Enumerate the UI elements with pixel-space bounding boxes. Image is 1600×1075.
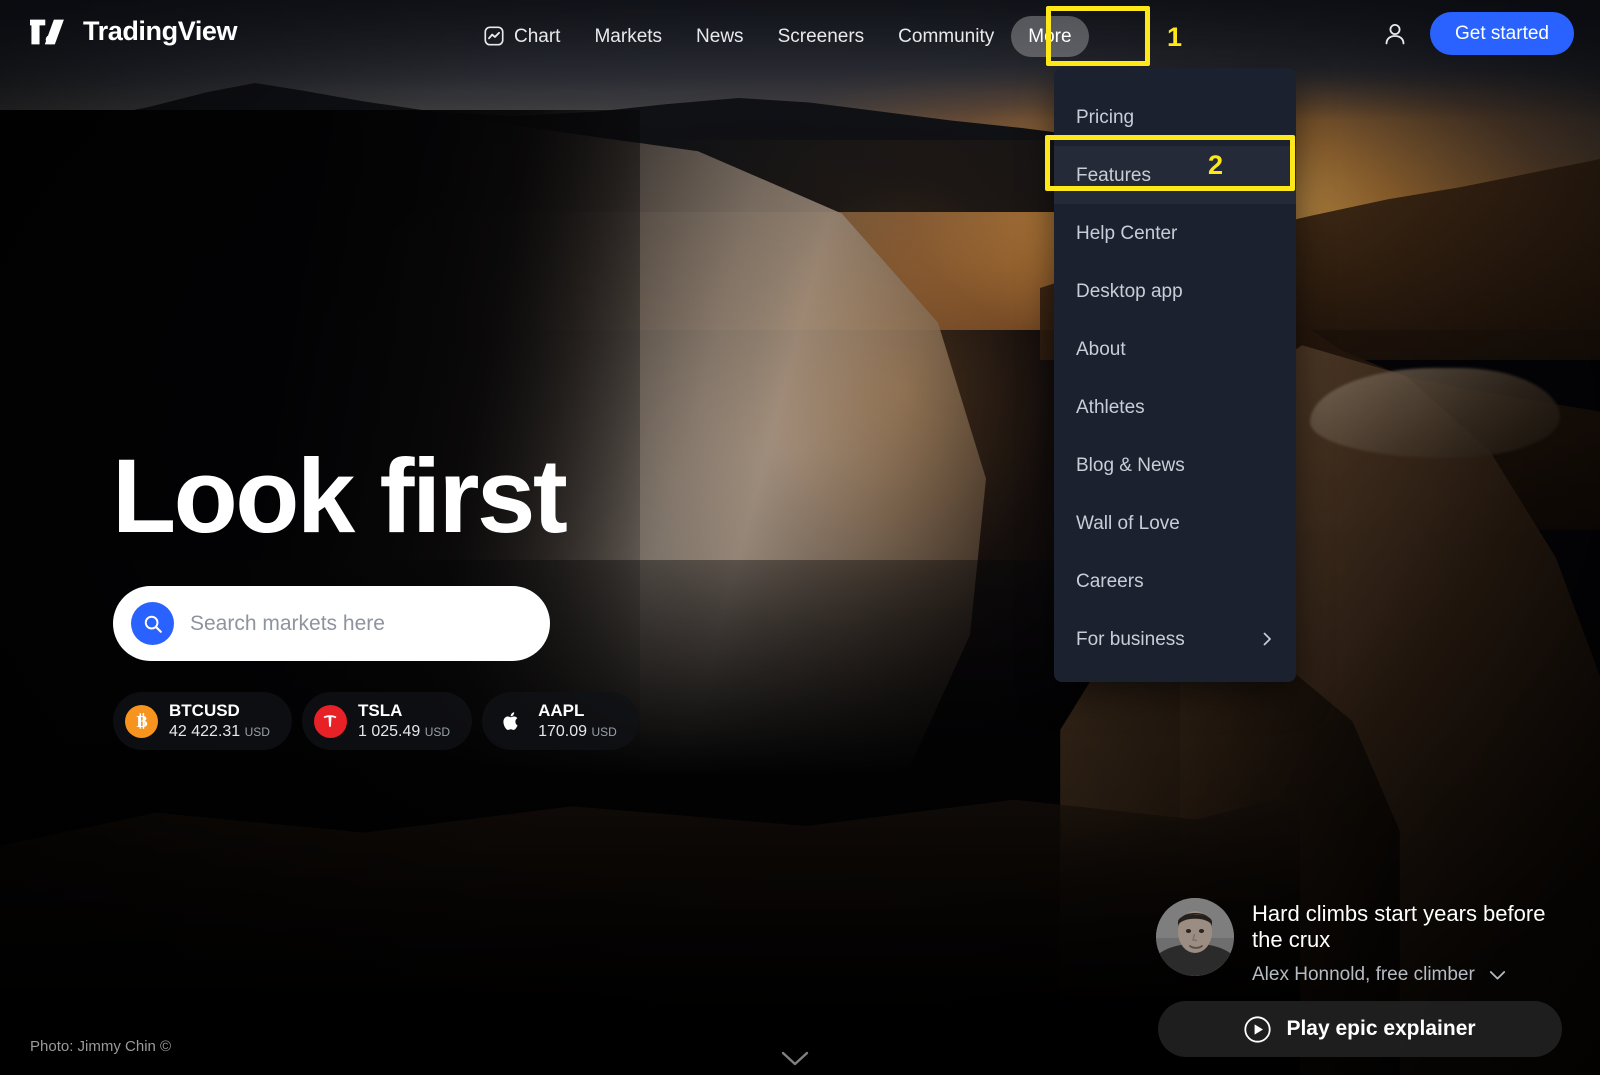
ticker-price: 1 025.49 USD <box>357 722 451 740</box>
ticker-price: 170.09 USD <box>538 722 617 740</box>
nav-label-community: Community <box>898 25 995 47</box>
ticker-chip-list: B BTCUSD 42 422.31 USD TSLA 1 025.49 USD <box>113 692 639 750</box>
menu-item-desktop-app[interactable]: Desktop app <box>1054 262 1296 320</box>
nav-label-news: News <box>696 25 744 47</box>
nav-item-community[interactable]: Community <box>881 16 1011 57</box>
get-started-button[interactable]: Get started <box>1430 12 1574 55</box>
search-button[interactable] <box>131 602 174 645</box>
apple-icon <box>494 705 527 738</box>
tradingview-logo-icon <box>30 19 64 44</box>
menu-label-for-business: For business <box>1076 628 1185 650</box>
nav-item-screeners[interactable]: Screeners <box>761 16 882 57</box>
menu-item-careers[interactable]: Careers <box>1054 552 1296 610</box>
menu-label-careers: Careers <box>1076 570 1144 592</box>
quote-attribution: Alex Honnold, free climber <box>1252 964 1475 986</box>
chevron-down-icon[interactable] <box>1489 970 1506 981</box>
ticker-symbol: TSLA <box>357 700 403 720</box>
svg-text:B: B <box>136 712 147 731</box>
annotation-number-2: 2 <box>1208 150 1224 180</box>
nav-item-markets[interactable]: Markets <box>577 16 679 57</box>
menu-label-wall-of-love: Wall of Love <box>1076 512 1180 534</box>
ticker-currency: USD <box>424 724 451 739</box>
menu-item-help-center[interactable]: Help Center <box>1054 204 1296 262</box>
alex-honnold-avatar <box>1156 898 1234 976</box>
main-nav: Chart Markets News Screeners Community M… <box>466 12 1089 60</box>
nav-item-news[interactable]: News <box>679 16 761 57</box>
market-search-bar[interactable] <box>113 586 550 661</box>
menu-label-help-center: Help Center <box>1076 222 1178 244</box>
play-epic-explainer-button[interactable]: Play epic explainer <box>1158 1001 1562 1058</box>
ticker-chip-btcusd[interactable]: B BTCUSD 42 422.31 USD <box>113 692 292 750</box>
menu-label-blog-news: Blog & News <box>1076 454 1185 476</box>
user-account-icon[interactable] <box>1382 21 1408 47</box>
menu-label-pricing: Pricing <box>1076 106 1135 128</box>
menu-item-about[interactable]: About <box>1054 320 1296 378</box>
athlete-quote-card: Hard climbs start years before the crux … <box>1156 898 1576 1058</box>
nav-label-more: More <box>1028 25 1072 47</box>
tesla-icon <box>313 704 347 738</box>
menu-item-pricing[interactable]: Pricing <box>1054 88 1296 146</box>
menu-item-for-business[interactable]: For business <box>1054 610 1296 668</box>
nav-item-more[interactable]: More <box>1011 15 1089 57</box>
nav-label-screeners: Screeners <box>777 25 865 47</box>
chevron-right-icon <box>1263 632 1271 646</box>
brand-logo[interactable]: TradingView <box>30 16 238 46</box>
nav-label-chart: Chart <box>514 25 561 47</box>
bitcoin-icon: B <box>125 704 158 738</box>
play-circle-icon <box>1244 1016 1272 1043</box>
quote-row: Hard climbs start years before the crux … <box>1156 898 1576 986</box>
ticker-chip-aapl[interactable]: AAPL 170.09 USD <box>482 692 639 750</box>
page-root: TradingView Chart Markets News Screeners… <box>0 0 1600 1075</box>
quote-text-block: Hard climbs start years before the crux … <box>1252 898 1562 986</box>
ticker-currency: USD <box>591 724 617 739</box>
photo-credit: Photo: Jimmy Chin © <box>30 1038 172 1055</box>
search-input[interactable] <box>190 611 520 636</box>
menu-label-desktop-app: Desktop app <box>1076 280 1183 302</box>
ticker-price: 42 422.31 USD <box>169 722 270 740</box>
annotation-number-1: 1 <box>1167 22 1183 52</box>
chart-icon <box>484 26 504 46</box>
menu-item-wall-of-love[interactable]: Wall of Love <box>1054 494 1296 552</box>
nav-label-markets: Markets <box>594 25 663 47</box>
quote-headline: Hard climbs start years before the crux <box>1252 901 1546 952</box>
menu-item-athletes[interactable]: Athletes <box>1054 378 1296 436</box>
hero-headline: Look first <box>112 438 568 555</box>
menu-label-athletes: Athletes <box>1076 396 1145 418</box>
play-label: Play epic explainer <box>1286 1017 1476 1041</box>
menu-label-about: About <box>1076 338 1126 360</box>
more-dropdown-menu: Pricing Features Help Center Desktop app… <box>1054 68 1296 682</box>
ticker-chip-tsla[interactable]: TSLA 1 025.49 USD <box>301 692 473 750</box>
scroll-down-chevron-icon[interactable] <box>780 1050 810 1068</box>
ticker-symbol: BTCUSD <box>169 700 240 720</box>
nav-item-chart[interactable]: Chart <box>466 14 577 58</box>
header-actions: Get started <box>1382 12 1574 55</box>
quote-attribution-row[interactable]: Alex Honnold, free climber <box>1252 964 1562 986</box>
ticker-symbol: AAPL <box>538 700 585 720</box>
menu-item-features[interactable]: Features <box>1054 146 1296 204</box>
brand-name: TradingView <box>83 16 238 46</box>
site-header: TradingView Chart Markets News Screeners… <box>0 0 1600 72</box>
menu-item-blog-news[interactable]: Blog & News <box>1054 436 1296 494</box>
ticker-currency: USD <box>244 724 270 739</box>
menu-label-features: Features <box>1076 164 1151 186</box>
search-icon <box>144 615 162 633</box>
